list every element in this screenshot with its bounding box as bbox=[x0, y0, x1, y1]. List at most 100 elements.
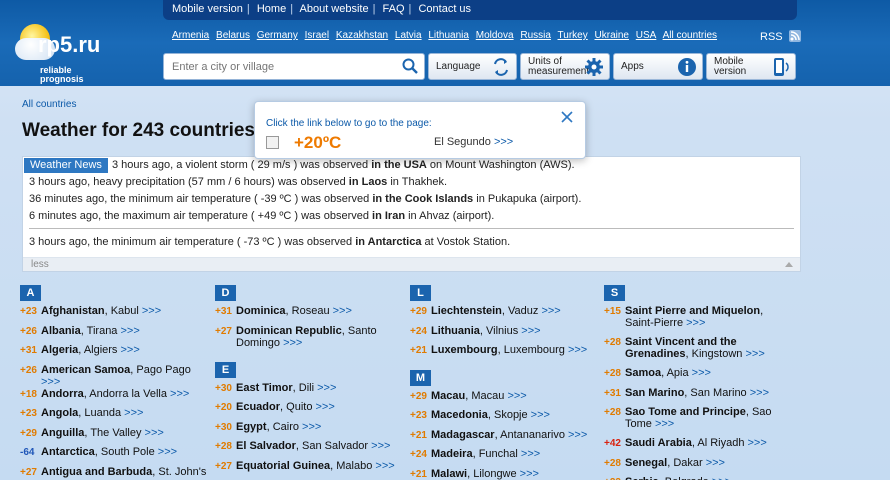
country-link[interactable]: Lithuania, Vilnius >>> bbox=[431, 325, 541, 337]
country-link[interactable]: Macedonia, Skopje >>> bbox=[431, 409, 550, 421]
country-link[interactable]: Malawi, Lilongwe >>> bbox=[431, 468, 539, 480]
apps-button[interactable]: Apps bbox=[613, 53, 703, 80]
country-row[interactable]: +31 Dominica, Roseau >>> bbox=[215, 305, 405, 325]
go-arrow[interactable]: >>> bbox=[141, 427, 164, 439]
country-link[interactable]: Serbia, Belgrade >>> bbox=[625, 476, 731, 480]
country-link[interactable]: Afghanistan, Kabul >>> bbox=[41, 305, 161, 317]
country-link-russia[interactable]: Russia bbox=[520, 30, 551, 41]
country-link[interactable]: Albania, Tirana >>> bbox=[41, 325, 140, 337]
go-arrow[interactable]: >>> bbox=[41, 376, 60, 388]
country-link[interactable]: Samoa, Apia >>> bbox=[625, 367, 711, 379]
country-link-usa[interactable]: USA bbox=[636, 30, 657, 41]
country-link[interactable]: Andorra, Andorra la Vella >>> bbox=[41, 388, 189, 400]
country-row[interactable]: +29 Anguilla, The Valley >>> bbox=[20, 427, 210, 447]
go-arrow[interactable]: >>> bbox=[314, 382, 336, 394]
go-arrow[interactable]: >>> bbox=[167, 388, 189, 400]
less-toggle[interactable]: less bbox=[31, 259, 49, 270]
go-arrow[interactable]: >>> bbox=[299, 421, 321, 433]
country-link-israel[interactable]: Israel bbox=[305, 30, 329, 41]
country-link[interactable]: Saint Vincent and the Grenadines, Kingst… bbox=[625, 336, 794, 360]
go-arrow[interactable]: >>> bbox=[372, 460, 394, 472]
go-arrow[interactable]: >>> bbox=[703, 457, 725, 469]
country-link[interactable]: East Timor, Dili >>> bbox=[236, 382, 336, 394]
country-link[interactable]: Sao Tome and Principe, Sao Tome >>> bbox=[625, 406, 794, 430]
country-row[interactable]: +21 Luxembourg, Luxembourg >>> bbox=[410, 344, 600, 364]
country-link[interactable]: Antarctica, South Pole >>> bbox=[41, 446, 177, 458]
go-arrow[interactable]: >>> bbox=[528, 409, 550, 421]
country-row[interactable]: +21 Malawi, Lilongwe >>> bbox=[410, 468, 600, 480]
country-link-kazakhstan[interactable]: Kazakhstan bbox=[336, 30, 388, 41]
country-link[interactable]: Luxembourg, Luxembourg >>> bbox=[431, 344, 587, 356]
country-row[interactable]: +26 Albania, Tirana >>> bbox=[20, 325, 210, 345]
units-button[interactable]: Units of measurement bbox=[520, 53, 610, 80]
country-row[interactable]: +31 San Marino, San Marino >>> bbox=[604, 387, 794, 407]
country-link[interactable]: El Salvador, San Salvador >>> bbox=[236, 440, 390, 452]
country-link-lithuania[interactable]: Lithuania bbox=[428, 30, 469, 41]
country-row[interactable]: +18 Andorra, Andorra la Vella >>> bbox=[20, 388, 210, 408]
go-arrow[interactable]: >>> bbox=[504, 390, 526, 402]
country-link[interactable]: Dominican Republic, Santo Domingo >>> bbox=[236, 325, 405, 349]
go-arrow[interactable]: >>> bbox=[139, 305, 161, 317]
country-row[interactable]: +28 Saint Vincent and the Grenadines, Kin… bbox=[604, 336, 794, 367]
country-link[interactable]: Egypt, Cairo >>> bbox=[236, 421, 321, 433]
country-link-armenia[interactable]: Armenia bbox=[172, 30, 209, 41]
go-arrow[interactable]: >>> bbox=[330, 305, 352, 317]
country-row[interactable]: +28 Samoa, Apia >>> bbox=[604, 367, 794, 387]
go-arrow[interactable]: >>> bbox=[155, 446, 177, 458]
country-row[interactable]: +23 Afghanistan, Kabul >>> bbox=[20, 305, 210, 325]
country-row[interactable]: +30 Egypt, Cairo >>> bbox=[215, 421, 405, 441]
country-row[interactable]: +23 Macedonia, Skopje >>> bbox=[410, 409, 600, 429]
site-logo[interactable]: rp5.ru reliable prognosis bbox=[15, 18, 125, 86]
nav-mobile-version[interactable]: Mobile version bbox=[172, 3, 243, 15]
search-input[interactable] bbox=[164, 54, 390, 79]
country-link-moldova[interactable]: Moldova bbox=[476, 30, 514, 41]
go-arrow[interactable]: >>> bbox=[742, 348, 764, 360]
country-row[interactable]: +27 Dominican Republic, Santo Domingo >>> bbox=[215, 325, 405, 356]
popup-city-link[interactable]: El Segundo >>> bbox=[434, 136, 513, 148]
country-link-latvia[interactable]: Latvia bbox=[395, 30, 422, 41]
country-link-belarus[interactable]: Belarus bbox=[216, 30, 250, 41]
go-arrow[interactable]: >>> bbox=[368, 440, 390, 452]
country-link-turkey[interactable]: Turkey bbox=[558, 30, 588, 41]
go-arrow[interactable]: >>> bbox=[565, 429, 587, 441]
news-collapse-bar[interactable]: less bbox=[23, 257, 800, 271]
collapse-arrow-icon[interactable] bbox=[785, 262, 793, 267]
country-link[interactable]: Angola, Luanda >>> bbox=[41, 407, 143, 419]
country-link-ukraine[interactable]: Ukraine bbox=[595, 30, 629, 41]
country-row[interactable]: +30 East Timor, Dili >>> bbox=[215, 382, 405, 402]
country-row[interactable]: +24 Madeira, Funchal >>> bbox=[410, 448, 600, 468]
go-arrow[interactable]: >>> bbox=[747, 387, 769, 399]
country-link-germany[interactable]: Germany bbox=[257, 30, 298, 41]
country-row[interactable]: +29 Macau, Macau >>> bbox=[410, 390, 600, 410]
country-link[interactable]: Equatorial Guinea, Malabo >>> bbox=[236, 460, 395, 472]
country-row[interactable]: +42 Saudi Arabia, Al Riyadh >>> bbox=[604, 437, 794, 457]
country-link[interactable]: Anguilla, The Valley >>> bbox=[41, 427, 164, 439]
country-row[interactable]: +29 Liechtenstein, Vaduz >>> bbox=[410, 305, 600, 325]
go-arrow[interactable]: >>> bbox=[280, 337, 302, 349]
country-row[interactable]: -64 Antarctica, South Pole >>> bbox=[20, 446, 210, 466]
country-row[interactable]: +21 Madagascar, Antananarivo >>> bbox=[410, 429, 600, 449]
country-row[interactable]: +23Serbia, Belgrade >>> bbox=[604, 476, 794, 480]
country-row[interactable]: +28 El Salvador, San Salvador >>> bbox=[215, 440, 405, 460]
go-arrow[interactable]: >>> bbox=[518, 325, 540, 337]
country-link[interactable]: American Samoa, Pago Pago >>> bbox=[41, 364, 210, 388]
country-link[interactable]: Saudi Arabia, Al Riyadh >>> bbox=[625, 437, 767, 449]
country-link-all[interactable]: All countries bbox=[663, 30, 717, 41]
go-arrow[interactable]: >>> bbox=[652, 418, 674, 430]
country-row[interactable]: +31 Algeria, Algiers >>> bbox=[20, 344, 210, 364]
nav-about[interactable]: About website bbox=[300, 3, 369, 15]
go-arrow[interactable]: >>> bbox=[744, 437, 766, 449]
go-arrow[interactable]: >>> bbox=[518, 448, 540, 460]
country-row[interactable]: +28 Senegal, Dakar >>> bbox=[604, 457, 794, 477]
country-row[interactable]: +26 American Samoa, Pago Pago >>> bbox=[20, 364, 210, 388]
country-row[interactable]: +15 Saint Pierre and Miquelon, Saint-Pier… bbox=[604, 305, 794, 336]
nav-faq[interactable]: FAQ bbox=[383, 3, 405, 15]
go-arrow[interactable]: >>> bbox=[517, 468, 539, 480]
country-link[interactable]: Macau, Macau >>> bbox=[431, 390, 527, 402]
country-row[interactable]: +28 Sao Tome and Principe, Sao Tome >>> bbox=[604, 406, 794, 437]
mobile-version-button[interactable]: Mobile version bbox=[706, 53, 796, 80]
country-link[interactable]: San Marino, San Marino >>> bbox=[625, 387, 769, 399]
go-arrow[interactable]: >>> bbox=[312, 401, 334, 413]
language-button[interactable]: Language bbox=[428, 53, 517, 80]
country-link[interactable]: Dominica, Roseau >>> bbox=[236, 305, 352, 317]
